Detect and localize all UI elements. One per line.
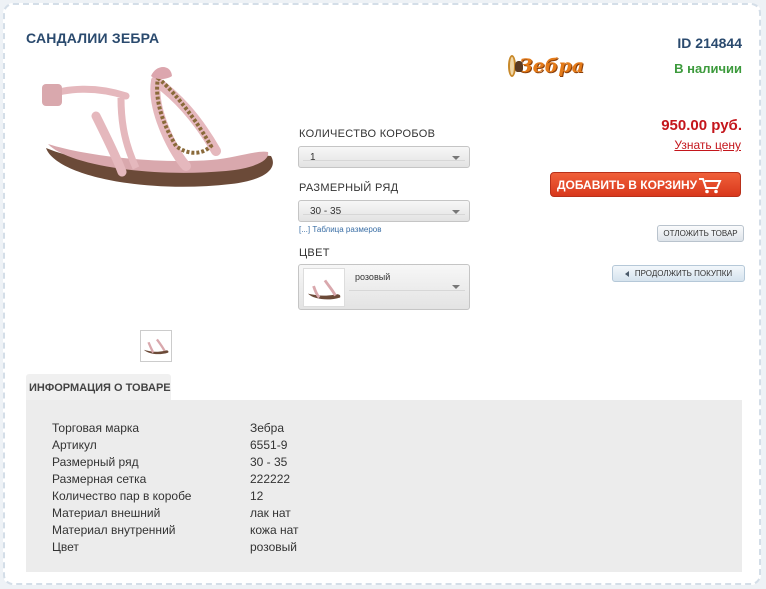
color-value: розовый [355,272,391,282]
spec-key: Материал внешний [52,505,161,520]
size-range-label: РАЗМЕРНЫЙ РЯД [299,182,399,194]
chevron-down-icon [452,285,460,289]
table-row: Цвет розовый [52,538,299,555]
size-range-value: 30 - 35 [310,206,342,217]
color-label: ЦВЕТ [299,247,330,259]
product-title: САНДАЛИИ ЗЕБРА [26,30,160,46]
spec-key: Количество пар в коробе [52,488,192,503]
brand-logo-text: Зебра [518,55,584,77]
continue-shopping-label: ПРОДОЛЖИТЬ ПОКУПКИ [634,269,733,278]
table-row: Торговая марка Зебра [52,419,299,436]
table-row: Материал внешний лак нат [52,504,299,521]
product-price: 950.00 руб. [661,117,742,134]
size-range-select[interactable]: 30 - 35 [298,200,470,222]
boxes-quantity-label: КОЛИЧЕСТВО КОРОБОВ [299,128,436,140]
spec-value: кожа нат [250,522,299,537]
product-id: ID 214844 [677,35,742,51]
boxes-quantity-value: 1 [310,152,316,163]
color-swatch-image [303,268,345,307]
spec-key: Материал внутренний [52,522,176,537]
size-table-link[interactable]: [...] Таблица размеров [299,225,382,234]
spec-key: Размерный ряд [52,454,139,469]
spec-key: Торговая марка [52,420,140,435]
spec-key: Размерная сетка [52,471,147,486]
spec-table: Торговая марка Зебра Артикул 6551-9 Размер… [52,419,299,555]
arrow-left-icon [624,270,629,277]
table-row: Артикул 6551-9 [52,436,299,453]
tab-product-info[interactable]: ИНФОРМАЦИЯ О ТОВАРЕ [26,374,171,400]
product-photo[interactable] [26,56,284,204]
color-select[interactable]: розовый [298,264,470,310]
ask-price-link[interactable]: Узнать цену [674,138,741,152]
product-thumbnail[interactable] [140,330,172,362]
spec-key: Артикул [52,437,97,452]
add-to-cart-button[interactable]: ДОБАВИТЬ В КОРЗИНУ [550,172,741,197]
chevron-down-icon [452,156,460,160]
cart-icon [699,178,722,194]
zebra-mascot-icon [508,55,523,77]
spec-value: 222222 [250,471,291,486]
brand-logo: Зебра [508,52,584,80]
continue-shopping-button[interactable]: ПРОДОЛЖИТЬ ПОКУПКИ [612,265,745,282]
spec-value: розовый [250,539,297,554]
table-row: Размерный ряд 30 - 35 [52,453,299,470]
spec-value: 30 - 35 [250,454,288,469]
chevron-down-icon [452,210,460,214]
spec-key: Цвет [52,539,79,554]
table-row: Материал внутренний кожа нат [52,521,299,538]
spec-value: 12 [250,488,264,503]
table-row: Количество пар в коробе 12 [52,487,299,504]
stock-status: В наличии [674,61,742,76]
spec-value: лак нат [250,505,291,520]
boxes-quantity-select[interactable]: 1 [298,146,470,168]
defer-item-button[interactable]: ОТЛОЖИТЬ ТОВАР [657,225,744,242]
product-info-panel: Торговая марка Зебра Артикул 6551-9 Размер… [26,400,742,572]
add-to-cart-label: ДОБАВИТЬ В КОРЗИНУ [557,177,698,192]
spec-value: 6551-9 [250,437,288,452]
table-row: Размерная сетка 222222 [52,470,299,487]
spec-value: Зебра [250,420,285,435]
